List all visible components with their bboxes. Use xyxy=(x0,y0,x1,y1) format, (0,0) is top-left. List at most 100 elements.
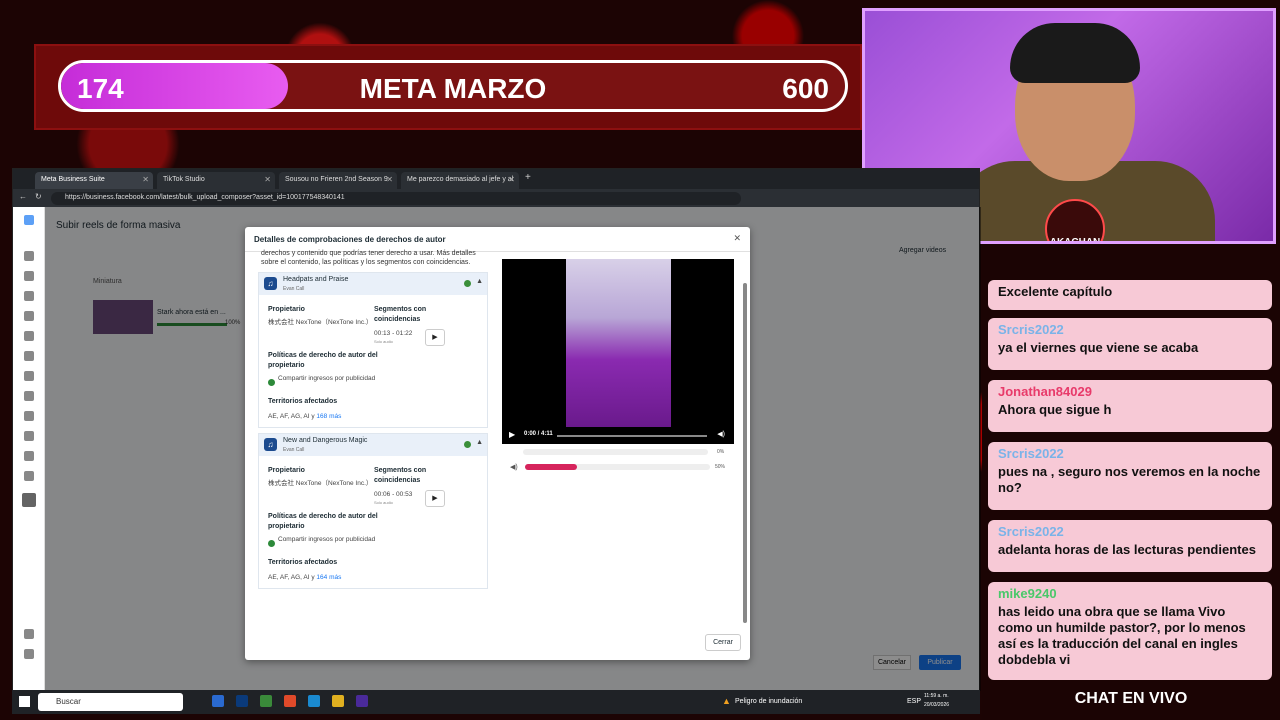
back-icon[interactable]: ← xyxy=(19,192,27,201)
nav-icon[interactable] xyxy=(24,371,34,381)
video-time: 0:00 / 4:11 xyxy=(524,431,553,437)
dollar-icon xyxy=(268,540,275,547)
modal-scrollbar[interactable] xyxy=(743,283,747,623)
nav-icon[interactable] xyxy=(24,311,34,321)
audio-meter-2-fill xyxy=(525,464,577,470)
close-button[interactable]: Cerrar xyxy=(705,634,741,651)
speaker-icon[interactable]: ◀) xyxy=(510,463,518,471)
chat-message: Jonathan84029 Ahora que sigue h xyxy=(988,380,1272,432)
meta-logo-icon xyxy=(24,215,34,225)
video-progress[interactable] xyxy=(557,435,707,437)
close-icon[interactable]: ✕ xyxy=(142,175,149,184)
tab-tiktok-studio[interactable]: TikTok Studio ✕ xyxy=(157,172,275,189)
windows-start-icon[interactable] xyxy=(19,696,30,707)
address-bar: ← ↻ https://business.facebook.com/latest… xyxy=(13,189,979,207)
nav-icon[interactable] xyxy=(24,271,34,281)
play-segment-button[interactable]: ▶ xyxy=(425,490,445,507)
tab-me-parezco[interactable]: Me parezco demasiado al jefe y al ✕ xyxy=(401,172,519,189)
nav-icon[interactable] xyxy=(24,291,34,301)
volume-icon[interactable]: ◀) xyxy=(717,430,725,438)
chevron-up-icon[interactable]: ▲ xyxy=(476,278,483,285)
nav-icon[interactable] xyxy=(24,251,34,261)
app-icon[interactable] xyxy=(356,695,368,707)
segments-label: Segmentos con coincidencias xyxy=(374,306,427,323)
chat-username: Srcris2022 xyxy=(998,524,1064,539)
app-icon[interactable] xyxy=(212,695,224,707)
app-icon[interactable] xyxy=(260,695,272,707)
language-indicator[interactable]: ESP xyxy=(907,698,921,705)
settings-icon[interactable] xyxy=(24,649,34,659)
goal-progress: 174 META MARZO 600 xyxy=(58,60,848,112)
copyright-modal: Detalles de comprobaciones de derechos d… xyxy=(245,227,750,660)
policy-label: Políticas de derecho de autor del propie… xyxy=(268,352,378,369)
nav-icon[interactable] xyxy=(24,331,34,341)
monetization-icon xyxy=(464,280,471,287)
goal-target: 600 xyxy=(782,73,829,104)
territories-value: AE, AF, AG, AI y 164 más xyxy=(268,574,342,581)
modal-title: Detalles de comprobaciones de derechos d… xyxy=(254,235,446,244)
reload-icon[interactable]: ↻ xyxy=(35,192,42,201)
nav-icon[interactable] xyxy=(24,391,34,401)
close-icon[interactable]: ✕ xyxy=(733,233,741,244)
song-card-header[interactable]: ♫ Headpats and Praise Evan Call ▲ xyxy=(259,273,487,295)
play-segment-button[interactable]: ▶ xyxy=(425,329,445,346)
chat-message: Srcris2022 adelanta horas de las lectura… xyxy=(988,520,1272,572)
new-tab-icon[interactable]: + xyxy=(525,172,531,183)
segment-note: Solo audio xyxy=(374,339,393,344)
play-icon[interactable]: ▶ xyxy=(509,430,515,439)
tab-frieren[interactable]: Sousou no Frieren 2nd Season 9 ✕ xyxy=(279,172,397,189)
clock-date[interactable]: 20/03/2026 xyxy=(924,702,949,708)
meter-1-percent: 0% xyxy=(717,449,725,455)
segments-label: Segmentos con coincidencias xyxy=(374,467,427,484)
segment-range: 00:06 - 00:53 xyxy=(374,491,413,498)
chat-username: Srcris2022 xyxy=(998,446,1064,461)
chat-username: Srcris2022 xyxy=(998,322,1064,337)
nav-icon[interactable] xyxy=(24,411,34,421)
menu-icon[interactable] xyxy=(22,493,36,507)
streamer-hair xyxy=(1010,23,1140,83)
nav-icon[interactable] xyxy=(24,451,34,461)
nav-icon[interactable] xyxy=(24,431,34,441)
chevron-up-icon[interactable]: ▲ xyxy=(476,439,483,446)
territories-more-link[interactable]: 168 más xyxy=(316,413,341,420)
territories-value: AE, AF, AG, AI y 168 más xyxy=(268,413,342,420)
meter-2-percent: 50% xyxy=(715,464,726,470)
chat-username: mike9240 xyxy=(998,586,1057,601)
video-player[interactable]: ▶ 0:00 / 4:11 ◀) xyxy=(502,259,734,444)
folder-icon[interactable] xyxy=(332,695,344,707)
nav-icon[interactable] xyxy=(24,351,34,361)
audio-meter-2[interactable] xyxy=(525,464,710,470)
tab-meta-business-suite[interactable]: Meta Business Suite ✕ xyxy=(35,172,153,189)
tab-bar: Meta Business Suite ✕ TikTok Studio ✕ Sous… xyxy=(13,169,979,189)
app-icon[interactable] xyxy=(284,695,296,707)
warning-icon: ▲ xyxy=(722,696,731,706)
audio-meter-1[interactable] xyxy=(523,449,708,455)
territories-more-link[interactable]: 164 más xyxy=(316,574,341,581)
policy-value: Compartir ingresos por publicidad xyxy=(278,375,376,382)
territories-label: Territorios afectados xyxy=(268,398,338,405)
close-icon[interactable]: ✕ xyxy=(508,175,515,184)
video-controls: ▶ 0:00 / 4:11 ◀) xyxy=(502,426,734,444)
video-frame xyxy=(566,259,671,427)
music-note-icon: ♫ xyxy=(264,277,277,290)
goal-bar: 174 META MARZO 600 xyxy=(34,44,862,130)
app-icon[interactable] xyxy=(236,695,248,707)
clock-time[interactable]: 11:59 a. m. xyxy=(924,693,949,699)
close-icon[interactable]: ✕ xyxy=(264,175,271,184)
song-card: ♫ Headpats and Praise Evan Call ▲ Propie… xyxy=(258,272,488,428)
modal-intro: derechos y contenido que podrías tener d… xyxy=(261,250,476,266)
url-field[interactable]: https://business.facebook.com/latest/bul… xyxy=(51,192,741,205)
edge-icon[interactable] xyxy=(308,695,320,707)
monetization-icon xyxy=(464,441,471,448)
song-card-header[interactable]: ♫ New and Dangerous Magic Evan Call ▲ xyxy=(259,434,487,456)
segment-range: 00:13 - 01:22 xyxy=(374,330,413,337)
weather-alert[interactable]: Peligro de inundación xyxy=(735,698,802,705)
nav-icon[interactable] xyxy=(24,471,34,481)
chat-message: Srcris2022 pues na , seguro nos veremos … xyxy=(988,442,1272,510)
search-icon[interactable] xyxy=(24,629,34,639)
song-card: ♫ New and Dangerous Magic Evan Call ▲ Pr… xyxy=(258,433,488,589)
close-icon[interactable]: ✕ xyxy=(386,175,393,184)
policy-label: Políticas de derecho de autor del propie… xyxy=(268,513,378,530)
taskbar-search[interactable]: Buscar xyxy=(38,693,183,711)
left-nav xyxy=(13,207,45,691)
